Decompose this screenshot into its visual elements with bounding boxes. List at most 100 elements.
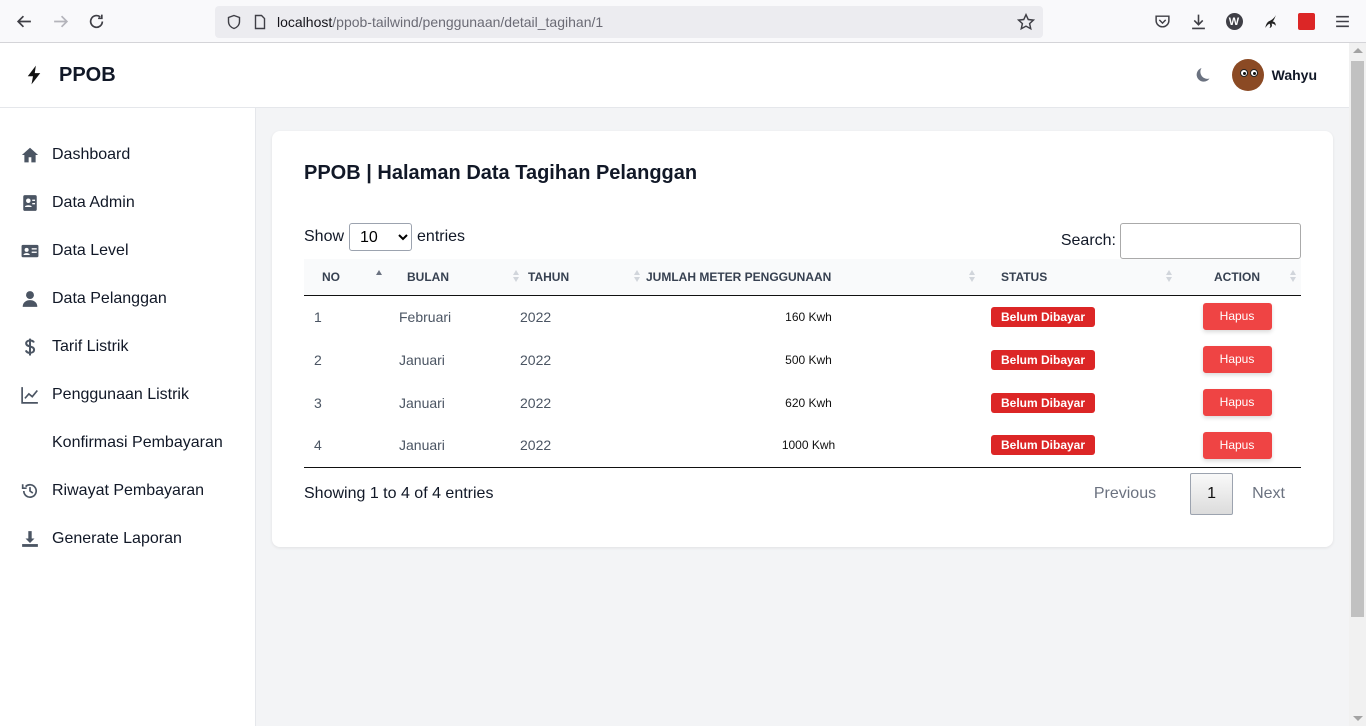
extension-w-icon[interactable]: W: [1216, 4, 1252, 40]
sidebar-item-label: Data Pelanggan: [52, 290, 167, 307]
table-info: Showing 1 to 4 of 4 entries: [304, 485, 494, 502]
page-button-current[interactable]: 1: [1190, 473, 1234, 515]
back-icon[interactable]: [6, 3, 42, 39]
cell-tahun: 2022: [520, 308, 552, 325]
page-icon: [251, 13, 269, 31]
reload-icon[interactable]: [78, 3, 114, 39]
sidebar-item-label: Dashboard: [52, 146, 131, 163]
moon-icon[interactable]: [1194, 65, 1214, 85]
next-button[interactable]: Next: [1252, 485, 1285, 503]
column-header-no[interactable]: NO: [304, 259, 399, 295]
cell-meter: 1000 Kwh: [781, 438, 836, 453]
sidebar-item-label: Data Level: [52, 242, 129, 259]
download-icon: [20, 529, 40, 549]
history-icon: [20, 481, 40, 501]
column-header-action[interactable]: ACTION: [1173, 259, 1301, 295]
page-length-select[interactable]: 10: [349, 223, 413, 251]
brand[interactable]: PPOB: [24, 64, 116, 87]
sidebar-item-label: Konfirmasi Pembayaran: [52, 434, 223, 451]
column-header-tahun[interactable]: TAHUN: [520, 259, 641, 295]
cell-bulan: Januari: [399, 351, 445, 368]
table-row: 4 Januari 2022 1000 Kwh Belum Dibayar Ha…: [304, 424, 1301, 467]
cell-tahun: 2022: [520, 394, 552, 411]
sidebar-item-label: Generate Laporan: [52, 530, 182, 547]
status-badge: Belum Dibayar: [991, 349, 1096, 370]
extension-gnome-icon[interactable]: [1252, 4, 1288, 40]
column-header-status[interactable]: STATUS: [976, 259, 1173, 295]
status-badge: Belum Dibayar: [991, 392, 1096, 413]
user-name[interactable]: Wahyu: [1272, 67, 1317, 83]
scrollbar-thumb[interactable]: [1351, 61, 1364, 617]
url-host: localhost: [277, 14, 333, 30]
cell-no: 1: [314, 308, 322, 325]
cell-bulan: Januari: [399, 394, 445, 411]
browser-toolbar: localhost/ppob-tailwind/penggunaan/detai…: [0, 0, 1366, 43]
table-row: 1 Februari 2022 160 Kwh Belum Dibayar Ha…: [304, 295, 1301, 338]
sidebar-item-label: Riwayat Pembayaran: [52, 482, 205, 499]
download-icon[interactable]: [1180, 4, 1216, 40]
sidebar-item-data-pelanggan[interactable]: Data Pelanggan: [0, 275, 255, 323]
delete-button[interactable]: Hapus: [1202, 346, 1272, 373]
dollar-icon: [20, 337, 40, 357]
sidebar-item-riwayat-pembayaran[interactable]: Riwayat Pembayaran: [0, 467, 255, 515]
bookmark-star-icon[interactable]: [1017, 13, 1035, 31]
bolt-icon: [27, 65, 41, 85]
cell-meter: 500 Kwh: [785, 352, 832, 367]
column-header-meter[interactable]: JUMLAH METER PENGGUNAAN: [641, 259, 976, 295]
show-label: Show: [304, 228, 345, 245]
pagination: Previous 1 Next: [1094, 473, 1301, 515]
status-badge: Belum Dibayar: [991, 435, 1096, 456]
sidebar-item-data-level[interactable]: Data Level: [0, 227, 255, 275]
cell-meter: 160 Kwh: [785, 309, 832, 324]
cell-bulan: Februari: [399, 308, 452, 325]
sidebar-item-tarif-listrik[interactable]: Tarif Listrik: [0, 323, 255, 371]
sidebar: Dashboard Data Admin Data Level Data Pel…: [0, 108, 256, 726]
sidebar-item-dashboard[interactable]: Dashboard: [0, 131, 255, 179]
table-row: 2 Januari 2022 500 Kwh Belum Dibayar Hap…: [304, 338, 1301, 381]
address-bar[interactable]: localhost/ppob-tailwind/penggunaan/detai…: [215, 6, 1043, 38]
sidebar-item-penggunaan-listrik[interactable]: Penggunaan Listrik: [0, 371, 255, 419]
delete-button[interactable]: Hapus: [1202, 431, 1272, 459]
scroll-up-icon[interactable]: [1353, 48, 1363, 53]
sidebar-item-generate-laporan[interactable]: Generate Laporan: [0, 515, 255, 563]
cell-bulan: Januari: [399, 437, 445, 454]
search-label: Search:: [1060, 232, 1116, 249]
cell-no: 4: [314, 437, 322, 454]
entries-label: entries: [417, 228, 466, 245]
pocket-icon[interactable]: [1144, 4, 1180, 40]
previous-button[interactable]: Previous: [1094, 485, 1156, 503]
page-scrollbar[interactable]: [1349, 43, 1366, 726]
column-header-bulan[interactable]: BULAN: [399, 259, 520, 295]
search-input[interactable]: [1120, 223, 1301, 259]
id-card-icon: [20, 193, 40, 213]
scroll-down-icon[interactable]: [1353, 716, 1363, 721]
shield-icon[interactable]: [225, 13, 243, 31]
avatar[interactable]: [1231, 59, 1264, 91]
extension-red-icon[interactable]: [1288, 4, 1324, 40]
cell-no: 2: [314, 351, 322, 368]
billing-table: NO BULAN TAHUN JUMLAH METER PENGGUNAAN S…: [304, 259, 1301, 468]
user-icon: [20, 289, 40, 309]
cell-no: 3: [314, 394, 322, 411]
home-icon: [20, 145, 40, 165]
app-header: PPOB Wahyu: [0, 43, 1349, 108]
menu-icon[interactable]: [1324, 4, 1360, 40]
url-path: /ppob-tailwind/penggunaan/detail_tagihan…: [332, 14, 604, 30]
table-row: 3 Januari 2022 620 Kwh Belum Dibayar Hap…: [304, 381, 1301, 424]
address-card-icon: [20, 241, 40, 261]
sidebar-item-data-admin[interactable]: Data Admin: [0, 179, 255, 227]
forward-icon[interactable]: [42, 3, 78, 39]
table-header-row: NO BULAN TAHUN JUMLAH METER PENGGUNAAN S…: [304, 259, 1301, 295]
delete-button[interactable]: Hapus: [1202, 389, 1272, 416]
cell-meter: 620 Kwh: [785, 395, 832, 410]
sidebar-item-label: Data Admin: [52, 194, 135, 211]
sidebar-item-label: Tarif Listrik: [52, 338, 129, 355]
cell-tahun: 2022: [520, 351, 552, 368]
delete-button[interactable]: Hapus: [1202, 303, 1272, 331]
status-badge: Belum Dibayar: [991, 306, 1096, 327]
sidebar-item-konfirmasi-pembayaran[interactable]: Konfirmasi Pembayaran: [0, 419, 255, 467]
search-control: Search:: [1061, 223, 1301, 259]
chart-line-icon: [20, 385, 40, 405]
sidebar-item-label: Penggunaan Listrik: [52, 386, 189, 403]
cell-tahun: 2022: [520, 437, 552, 454]
